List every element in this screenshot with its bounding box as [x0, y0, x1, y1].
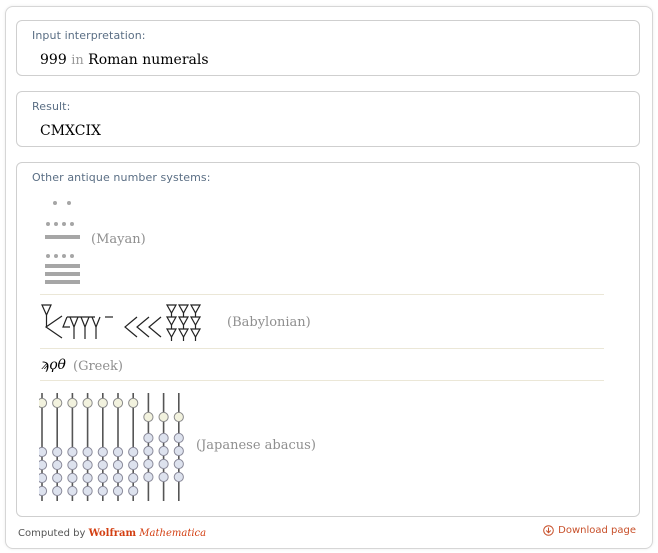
- abacus-earth-bead: [173, 432, 184, 444]
- abacus-earth-bead: [39, 485, 48, 497]
- abacus-earth-bead: [158, 471, 169, 483]
- abacus-earth-bead: [67, 459, 78, 471]
- abacus-earth-bead: [158, 458, 169, 470]
- abacus-earth-bead: [128, 446, 139, 458]
- abacus-earth-bead: [173, 458, 184, 470]
- abacus-earth-bead: [52, 472, 63, 484]
- result-value: CMXCIX: [40, 123, 101, 139]
- divider: [40, 348, 604, 349]
- abacus-earth-bead: [143, 432, 154, 444]
- abacus-earth-bead: [82, 485, 93, 497]
- abacus-earth-bead: [39, 459, 48, 471]
- abacus-earth-bead: [67, 472, 78, 484]
- abacus-earth-bead: [97, 459, 108, 471]
- result-title: Result:: [32, 100, 71, 113]
- mathematica-logo-text[interactable]: Mathematica: [139, 528, 206, 539]
- abacus-earth-bead: [97, 446, 108, 458]
- input-system: Roman numerals: [88, 52, 209, 68]
- abacus-heaven-bead: [97, 397, 108, 409]
- babylonian-cuneiform-icon: [41, 304, 202, 341]
- abacus-earth-bead: [143, 445, 154, 457]
- abacus-earth-bead: [112, 472, 124, 484]
- abacus-heaven-bead: [128, 397, 139, 409]
- abacus-heaven-bead: [158, 411, 169, 423]
- abacus-earth-bead: [112, 485, 124, 497]
- abacus-heaven-bead: [82, 397, 93, 409]
- abacus-earth-bead: [82, 472, 93, 484]
- divider: [40, 294, 604, 295]
- mayan-label: (Mayan): [91, 232, 146, 247]
- download-icon: [543, 525, 554, 536]
- abacus-earth-bead: [128, 472, 139, 484]
- abacus-heaven-bead: [143, 411, 154, 423]
- abacus-earth-bead: [67, 485, 78, 497]
- abacus-heaven-bead: [112, 397, 124, 409]
- greek-label: (Greek): [73, 359, 124, 374]
- abacus-earth-bead: [128, 485, 139, 497]
- download-page-link[interactable]: Download page: [543, 525, 636, 536]
- abacus-earth-bead: [52, 459, 63, 471]
- abacus-earth-bead: [158, 432, 169, 444]
- abacus-earth-bead: [39, 446, 48, 458]
- japanese-abacus-label: (Japanese abacus): [196, 438, 316, 453]
- input-interpretation-text: 999 in Roman numerals: [40, 52, 209, 68]
- antique-systems-title: Other antique number systems:: [32, 171, 211, 184]
- greek-numeral: ϡϙθ: [41, 357, 66, 373]
- download-page-label: Download page: [558, 525, 636, 536]
- abacus-earth-bead: [67, 446, 78, 458]
- babylonian-label: (Babylonian): [227, 315, 311, 330]
- abacus-heaven-bead: [173, 411, 184, 423]
- computed-by-text: Computed by: [18, 528, 86, 539]
- abacus-earth-bead: [143, 471, 154, 483]
- wolfram-logo-text[interactable]: Wolfram: [89, 528, 137, 539]
- computed-by-credit: Computed by Wolfram Mathematica: [18, 528, 206, 539]
- abacus-heaven-bead: [39, 397, 48, 409]
- input-connector: in: [71, 53, 84, 68]
- japanese-abacus-icon: [39, 393, 184, 501]
- abacus-earth-bead: [128, 459, 139, 471]
- abacus-earth-bead: [143, 458, 154, 470]
- abacus-earth-bead: [82, 459, 93, 471]
- abacus-earth-bead: [97, 485, 108, 497]
- abacus-earth-bead: [112, 459, 124, 471]
- abacus-earth-bead: [173, 471, 184, 483]
- mayan-numeral-icon: [45, 201, 80, 284]
- abacus-earth-bead: [52, 446, 63, 458]
- abacus-earth-bead: [173, 445, 184, 457]
- abacus-heaven-bead: [67, 397, 78, 409]
- result-pod: Result: CMXCIX: [16, 91, 640, 147]
- input-number: 999: [40, 52, 67, 68]
- abacus-earth-bead: [52, 485, 63, 497]
- abacus-earth-bead: [112, 446, 124, 458]
- abacus-earth-bead: [82, 446, 93, 458]
- input-interpretation-pod: Input interpretation: 999 in Roman numer…: [16, 20, 640, 76]
- abacus-heaven-bead: [52, 397, 63, 409]
- input-interpretation-title: Input interpretation:: [32, 29, 146, 42]
- abacus-earth-bead: [39, 472, 48, 484]
- abacus-earth-bead: [158, 445, 169, 457]
- divider: [40, 380, 604, 381]
- abacus-earth-bead: [97, 472, 108, 484]
- antique-systems-pod: Other antique number systems: (Mayan) (B…: [16, 162, 640, 517]
